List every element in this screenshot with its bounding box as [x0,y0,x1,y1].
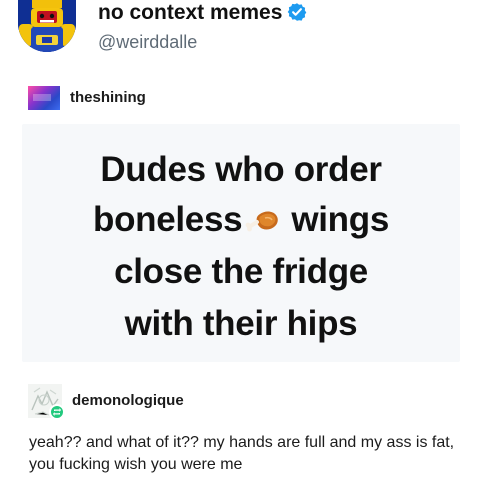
reply-author-row: demonologique [28,382,184,420]
post-author-row: theshining [28,84,146,112]
meme-line-3: close the fridge [114,252,368,291]
meme-line-1: Dudes who order [100,150,382,189]
meme-line-2: boneless wings [22,200,460,240]
meme-line-4: with their hips [124,304,358,343]
profile-avatar[interactable] [18,0,76,52]
verified-badge-icon [288,3,307,21]
post-author-name[interactable]: theshining [70,88,146,108]
display-name[interactable]: no context memes [98,0,307,26]
reply-author-name[interactable]: demonologique [72,391,184,411]
meme-image: Dudes who order boneless wings close the… [22,124,460,362]
meme-line-2-part-2: wings [291,200,389,239]
display-name-text[interactable]: no context memes [98,1,282,24]
user-handle[interactable]: @weirddalle [98,31,197,53]
lego-wrestler-avatar-icon [18,0,76,52]
reply-author-avatar[interactable] [28,384,65,420]
reply-body: yeah?? and what of it?? my hands are ful… [29,434,455,473]
reblog-icon [49,404,65,420]
meme-screenshot: no context memes @weirddalle theshining … [0,0,480,480]
post-author-avatar[interactable] [28,86,60,110]
meme-line-2-part-1: boneless [92,200,243,239]
drumstick-icon [245,211,279,232]
